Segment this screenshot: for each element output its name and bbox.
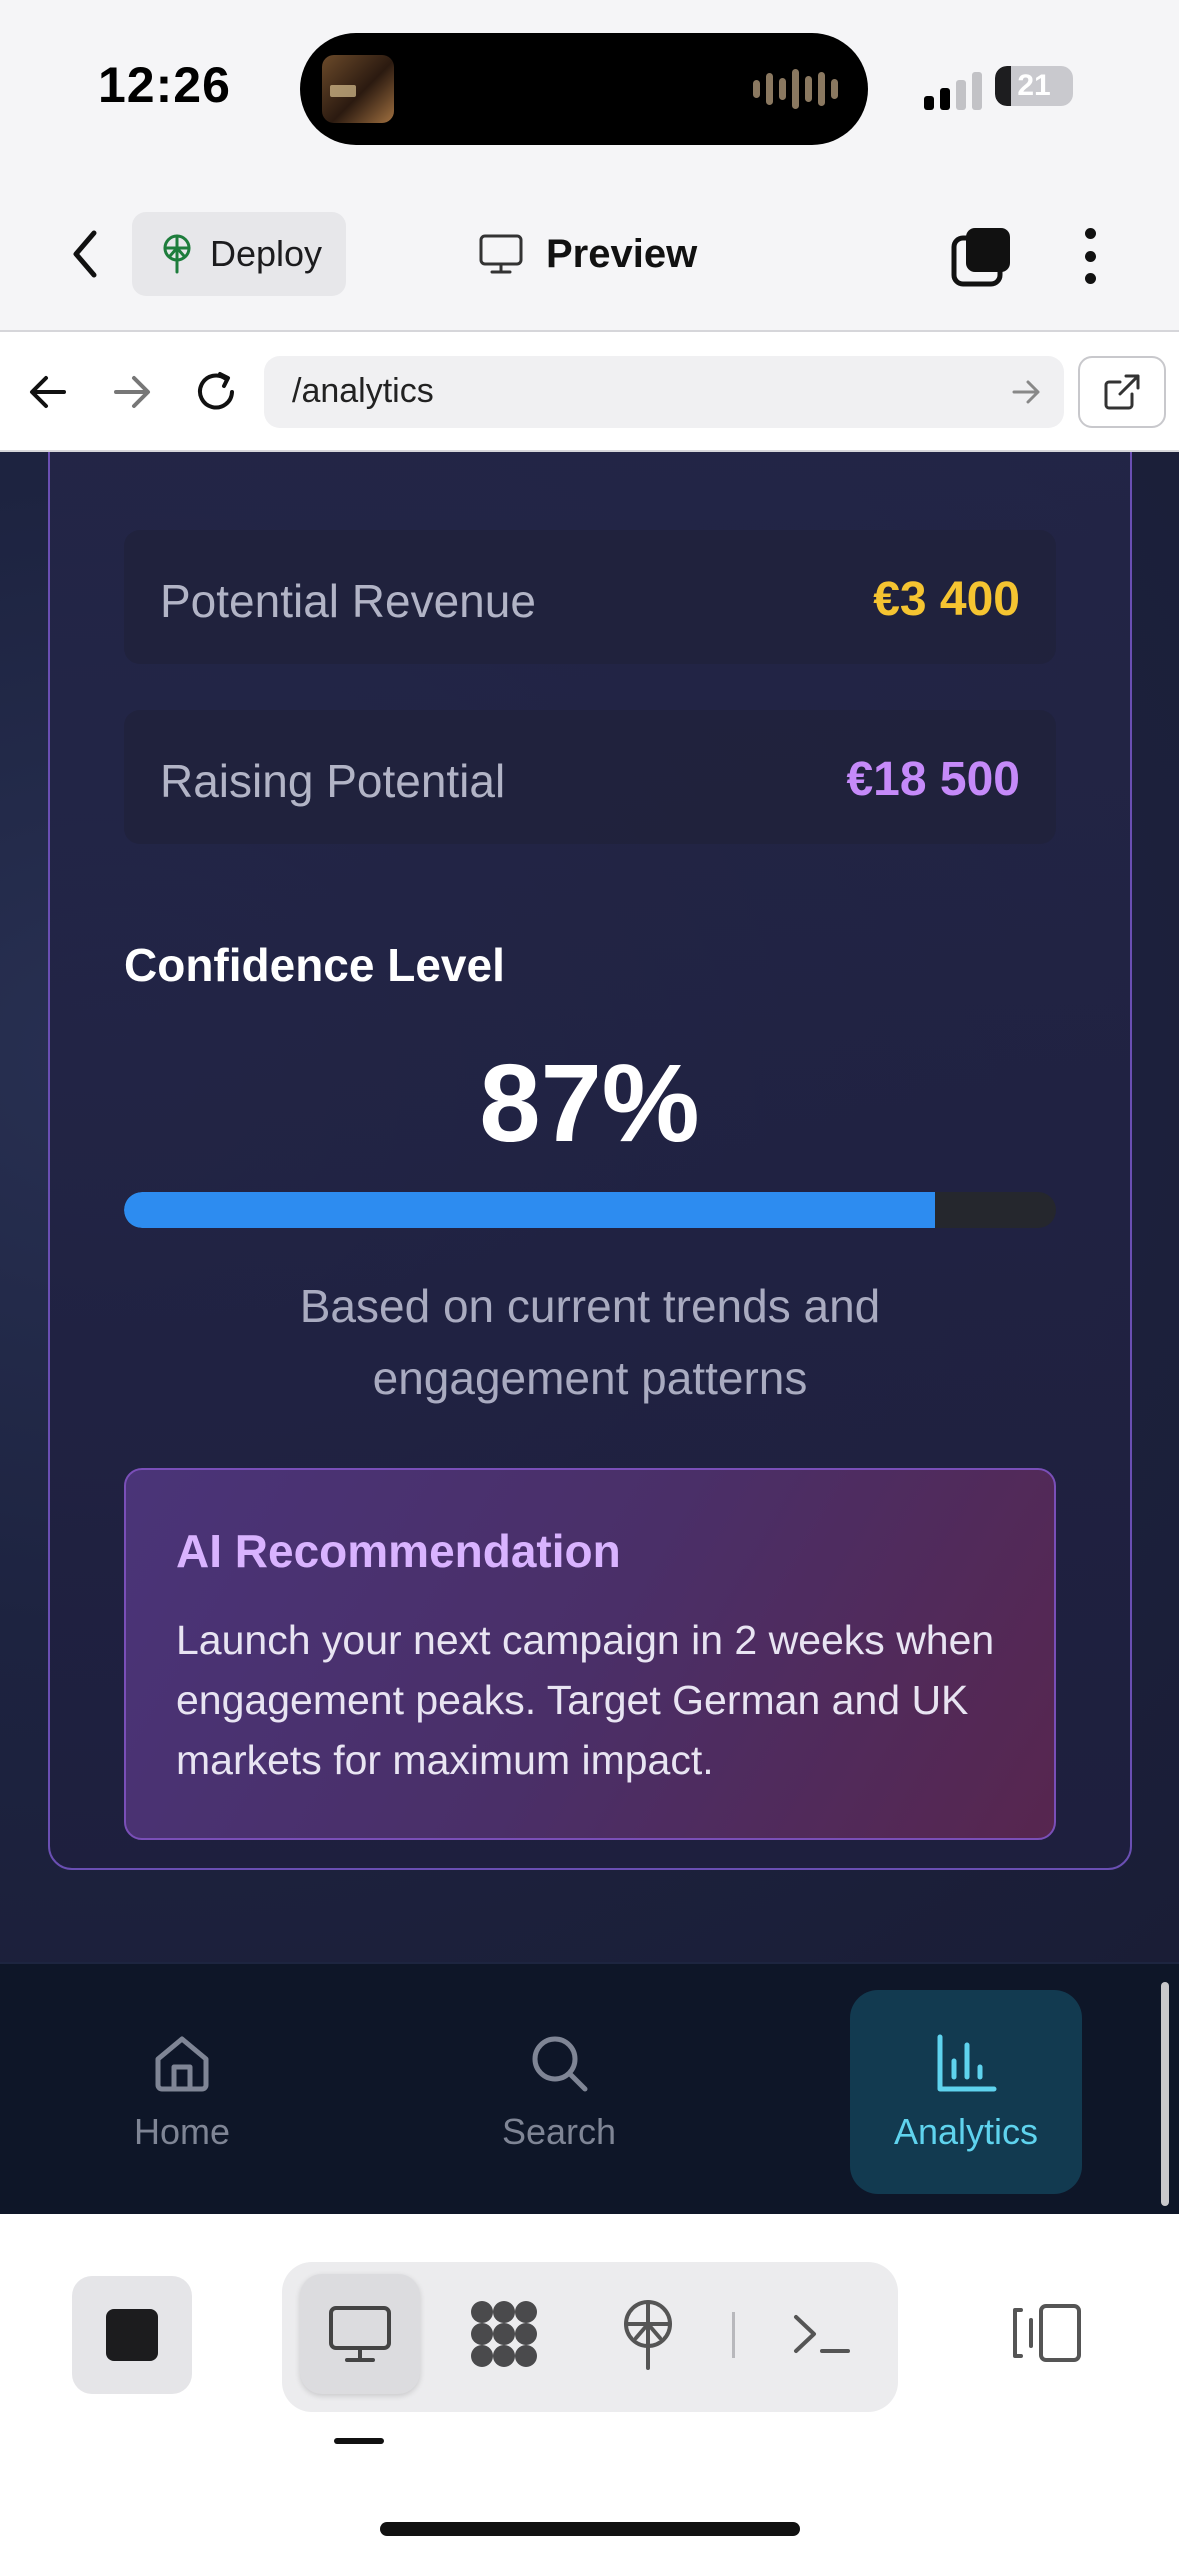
signal-bar <box>924 96 934 110</box>
analytics-icon <box>937 2034 997 2092</box>
analytics-page[interactable]: Potential Revenue €3 400 Raising Potenti… <box>0 452 1179 1962</box>
cellular-signal-icon <box>924 72 982 110</box>
battery-percentage: 21 <box>1017 69 1051 102</box>
home-indicator[interactable] <box>380 2522 800 2536</box>
search-icon <box>532 2036 588 2092</box>
recommendation-body: Launch your next campaign in 2 weeks whe… <box>176 1617 995 1783</box>
integrations-button[interactable] <box>444 2274 564 2394</box>
preview-title[interactable]: Preview <box>478 224 697 284</box>
confidence-progress-bar <box>124 1192 1056 1228</box>
deploy-label: Deploy <box>210 233 323 274</box>
app-toolbar: Deploy Preview <box>0 180 1179 332</box>
now-playing-artwork <box>322 55 394 123</box>
back-chevron-icon[interactable] <box>60 224 110 284</box>
status-bar: 12:26 21 <box>0 0 1179 180</box>
nav-tab-search[interactable]: Search <box>443 1990 675 2194</box>
view-mode-group <box>282 2262 898 2412</box>
scrollbar-thumb[interactable] <box>1161 1982 1169 2206</box>
reload-icon[interactable] <box>186 362 246 422</box>
editor-toolbar <box>0 2214 1179 2556</box>
metric-label: Raising Potential <box>160 755 506 807</box>
confidence-value: 87% <box>479 1042 700 1165</box>
tabs-stack-icon[interactable] <box>950 224 1014 288</box>
desktop-preview-button[interactable] <box>300 2274 420 2394</box>
confidence-title: Confidence Level <box>124 939 505 991</box>
metric-potential-revenue: Potential Revenue €3 400 <box>124 530 1056 664</box>
dynamic-island[interactable] <box>300 33 868 145</box>
more-options-icon[interactable] <box>1070 224 1110 288</box>
confidence-progress-fill <box>124 1192 935 1228</box>
metric-raising-potential: Raising Potential €18 500 <box>124 710 1056 844</box>
home-icon <box>155 2036 209 2092</box>
external-link-icon <box>1104 374 1140 410</box>
terminal-icon <box>794 2315 850 2353</box>
ai-recommendation-box: AI Recommendation Launch your next campa… <box>124 1468 1056 1840</box>
browser-forward-icon[interactable] <box>102 362 162 422</box>
toolbar-separator <box>732 2312 735 2358</box>
nav-tab-home[interactable]: Home <box>66 1990 298 2194</box>
go-arrow-icon[interactable] <box>1008 374 1044 410</box>
battery-icon: 21 <box>995 66 1073 106</box>
metric-label: Potential Revenue <box>160 575 536 627</box>
deploy-icon <box>624 2300 672 2370</box>
deploy-tool-button[interactable] <box>588 2274 708 2394</box>
nav-tab-analytics[interactable]: Analytics <box>850 1990 1082 2194</box>
signal-bar <box>972 72 982 110</box>
metric-value: €18 500 <box>846 753 1020 806</box>
url-input[interactable]: /analytics <box>264 356 1064 428</box>
integrations-icon <box>471 2301 537 2367</box>
deploy-icon <box>163 234 191 274</box>
url-text: /analytics <box>292 372 434 410</box>
bottom-navigation: Home Search Analytics <box>0 1962 1179 2214</box>
layout-toggle-button[interactable] <box>1004 2290 1090 2376</box>
terminal-button[interactable] <box>762 2274 882 2394</box>
browser-url-bar: /analytics <box>0 332 1179 452</box>
desktop-preview-icon <box>329 2306 391 2362</box>
active-view-indicator <box>334 2438 384 2444</box>
stop-button[interactable] <box>72 2276 192 2394</box>
nav-tab-label: Search <box>501 2111 617 2152</box>
open-external-button[interactable] <box>1078 356 1166 428</box>
signal-bar <box>940 88 950 110</box>
recommendation-title: AI Recommendation <box>176 1525 621 1577</box>
confidence-note: Based on current trends and engagement p… <box>299 1280 881 1404</box>
metric-value: €3 400 <box>873 573 1020 626</box>
nav-tab-label: Home <box>133 2111 231 2152</box>
desktop-icon <box>479 234 523 274</box>
battery-cap <box>1066 78 1073 94</box>
preview-label: Preview <box>546 231 698 276</box>
browser-back-icon[interactable] <box>18 362 78 422</box>
layout-toggle-icon <box>1013 2304 1081 2362</box>
nav-tab-label: Analytics <box>893 2111 1039 2152</box>
audio-waveform-icon <box>753 67 838 111</box>
deploy-button[interactable]: Deploy <box>132 212 346 296</box>
signal-bar <box>956 80 966 110</box>
stop-icon <box>106 2309 158 2361</box>
status-time: 12:26 <box>98 57 231 113</box>
